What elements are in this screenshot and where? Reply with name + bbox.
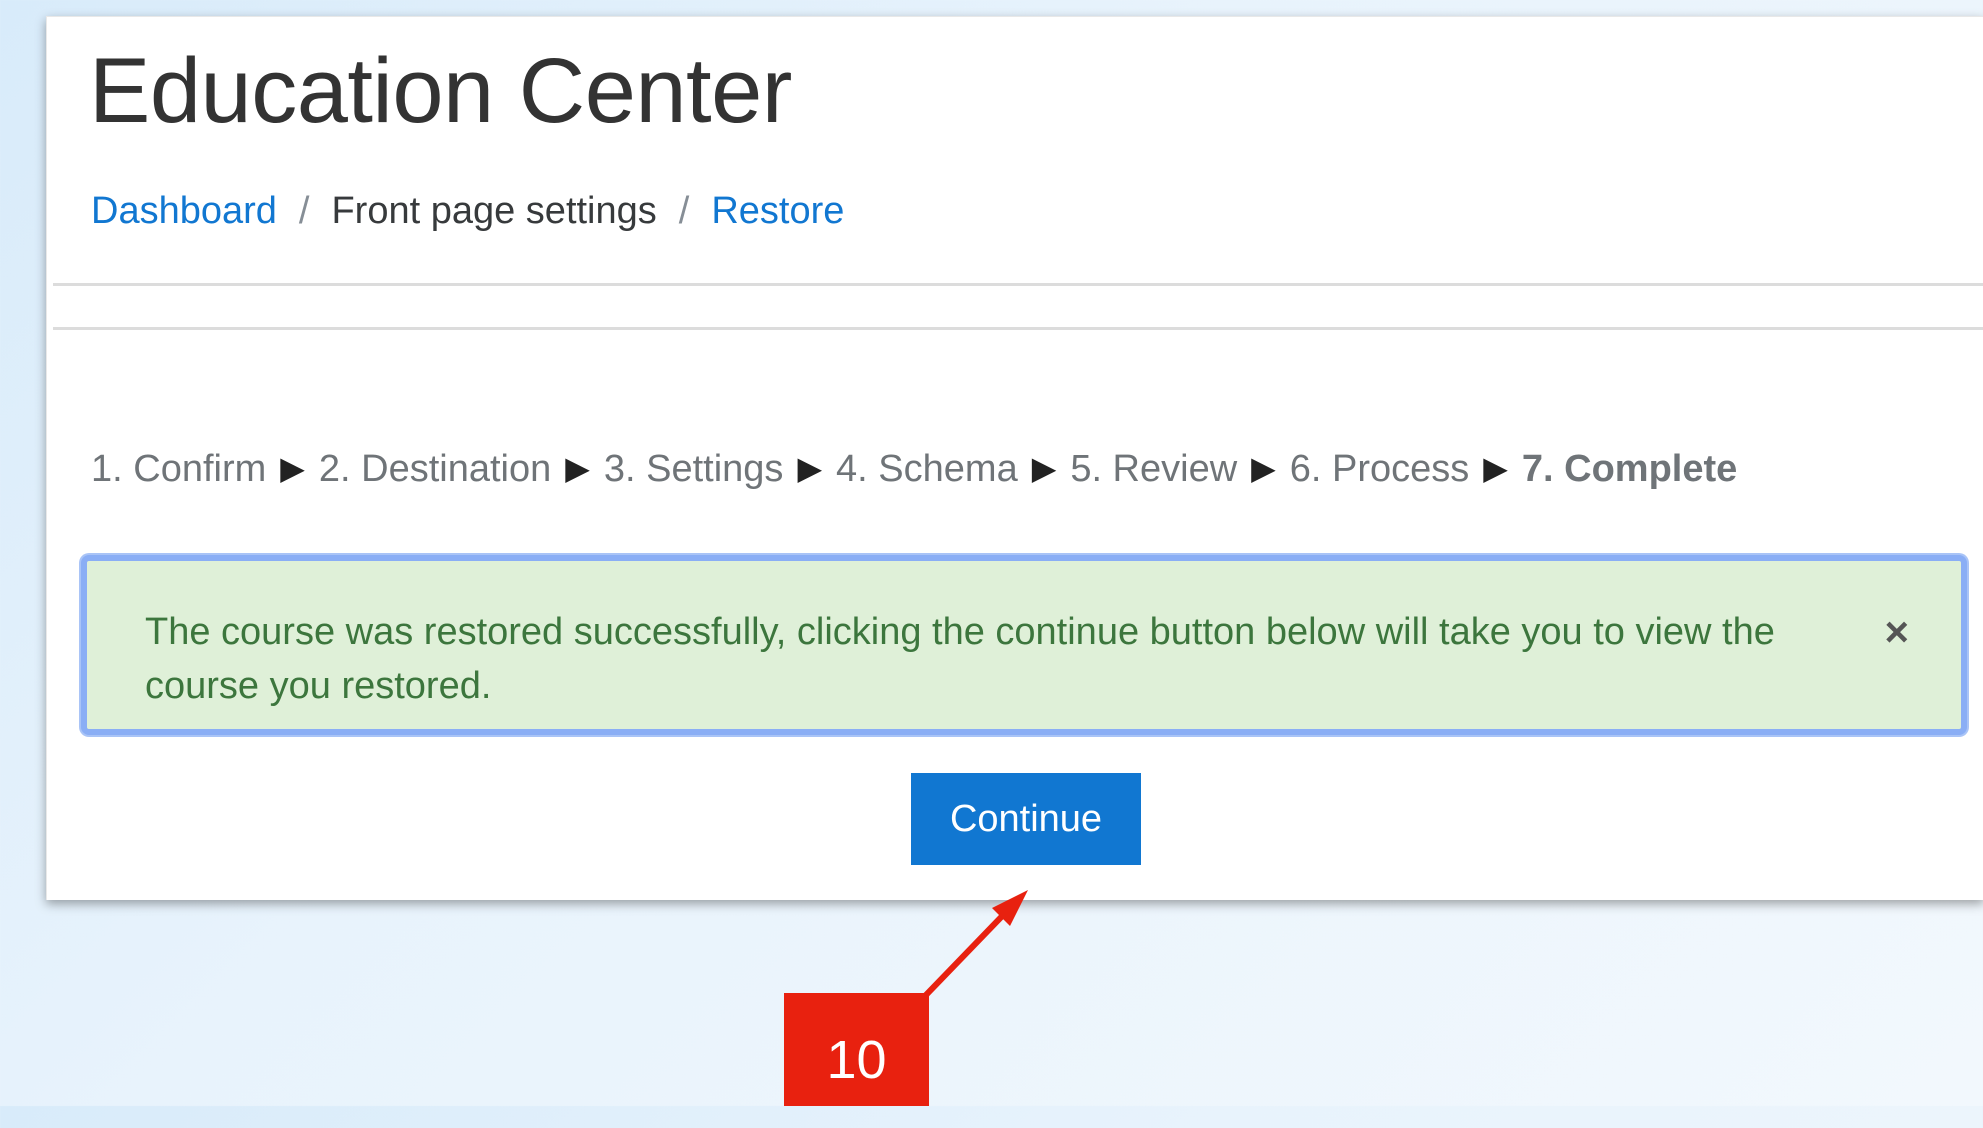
step-settings: 3. Settings	[603, 448, 784, 490]
step-complete-current: 7. Complete	[1521, 448, 1738, 490]
triangle-right-icon: ▶	[1031, 450, 1057, 486]
step-schema: 4. Schema	[836, 448, 1018, 490]
breadcrumb-front-page-settings: Front page settings	[331, 190, 657, 232]
step-destination: 2. Destination	[318, 448, 552, 490]
triangle-right-icon: ▶	[1251, 450, 1276, 486]
restore-progress-steps: 1. Confirm ▶ 2. Destination ▶ 3. Settings ▶ 4.…	[91, 447, 1737, 493]
triangle-right-icon: ▶	[280, 450, 305, 486]
breadcrumb-restore-link[interactable]: Restore	[711, 190, 844, 232]
divider	[53, 327, 1983, 330]
step-review: 5. Review	[1070, 448, 1238, 490]
breadcrumb-separator: /	[678, 190, 690, 232]
step-process: 6. Process	[1289, 448, 1470, 490]
divider	[53, 283, 1983, 286]
main-card: Education Center Dashboard / Front page se…	[46, 16, 1983, 900]
annotation-arrow-line	[922, 907, 1011, 999]
alert-message: The course was restored successfully, cl…	[145, 611, 1775, 707]
step-number-badge: 10	[784, 993, 929, 1106]
triangle-right-icon: ▶	[565, 450, 590, 486]
breadcrumb: Dashboard / Front page settings / Restore	[91, 189, 844, 235]
breadcrumb-separator: /	[298, 190, 310, 232]
page-title: Education Center	[89, 40, 792, 142]
step-confirm: 1. Confirm	[91, 448, 267, 490]
success-alert: The course was restored successfully, cl…	[81, 555, 1967, 735]
breadcrumb-dashboard-link[interactable]: Dashboard	[91, 190, 277, 232]
continue-button[interactable]: Continue	[911, 773, 1141, 865]
triangle-right-icon: ▶	[1483, 450, 1508, 486]
triangle-right-icon: ▶	[797, 450, 823, 486]
close-icon[interactable]: ×	[1884, 611, 1909, 653]
